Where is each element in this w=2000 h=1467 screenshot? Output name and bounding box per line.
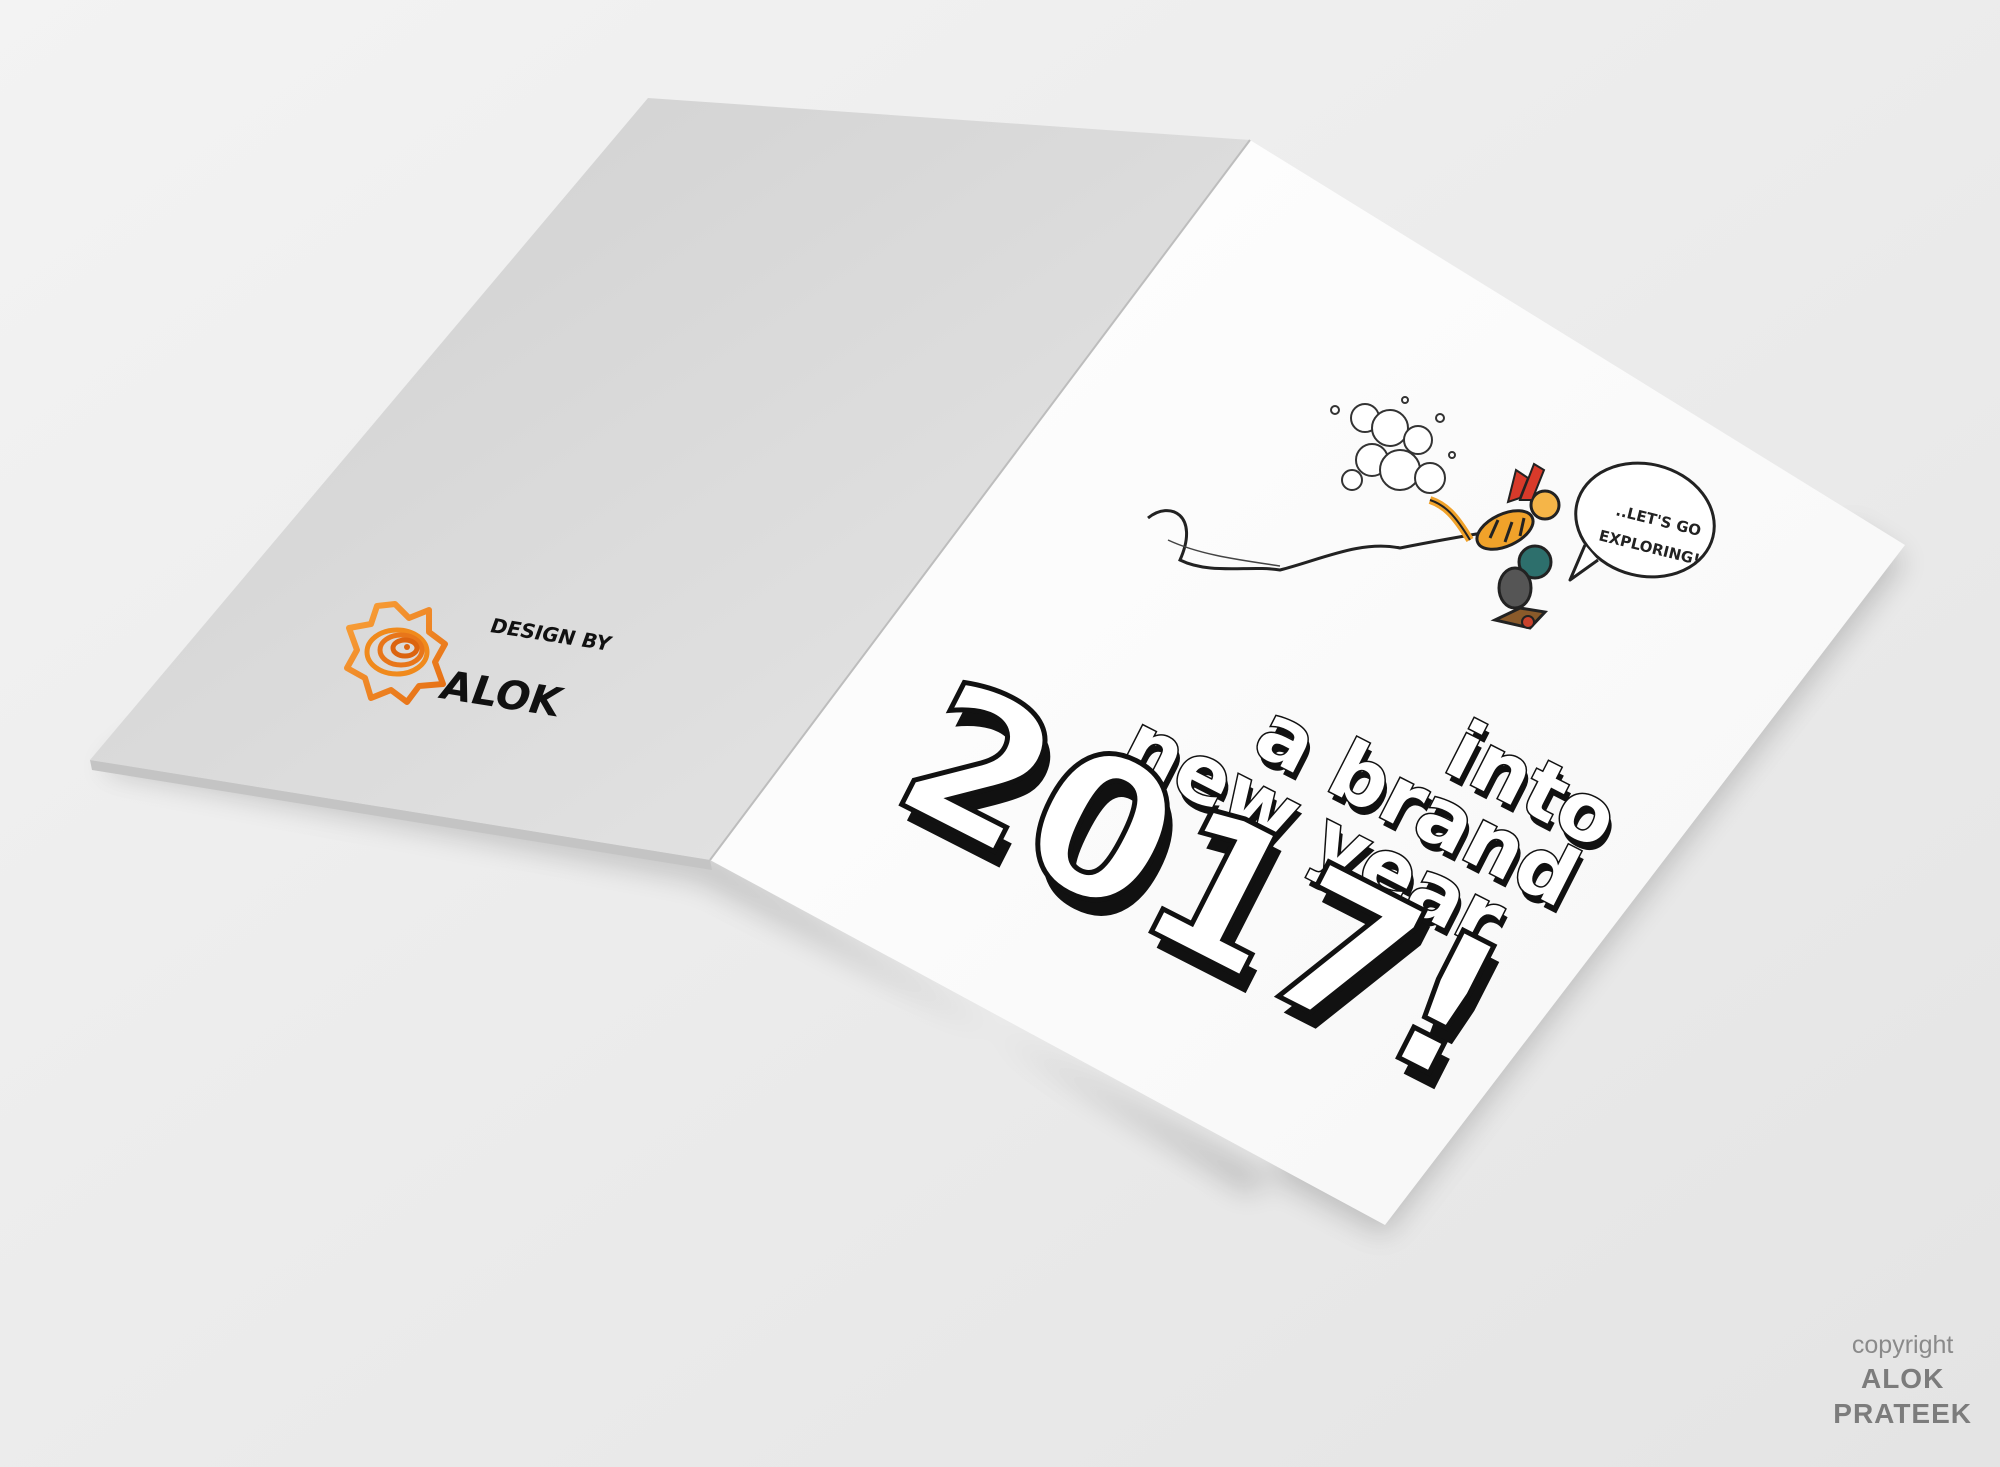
copyright-label: copyright	[1851, 1330, 1954, 1359]
copyright-name-line2: PRATEEK	[1833, 1398, 1972, 1429]
greeting-card-scene: DESIGN BY ALOK ..LET'S GO EXPLORING! int…	[0, 0, 2000, 1467]
copyright-name-line1: ALOK	[1860, 1363, 1945, 1394]
copyright-watermark: copyright ALOK PRATEEK	[1833, 1330, 1972, 1431]
